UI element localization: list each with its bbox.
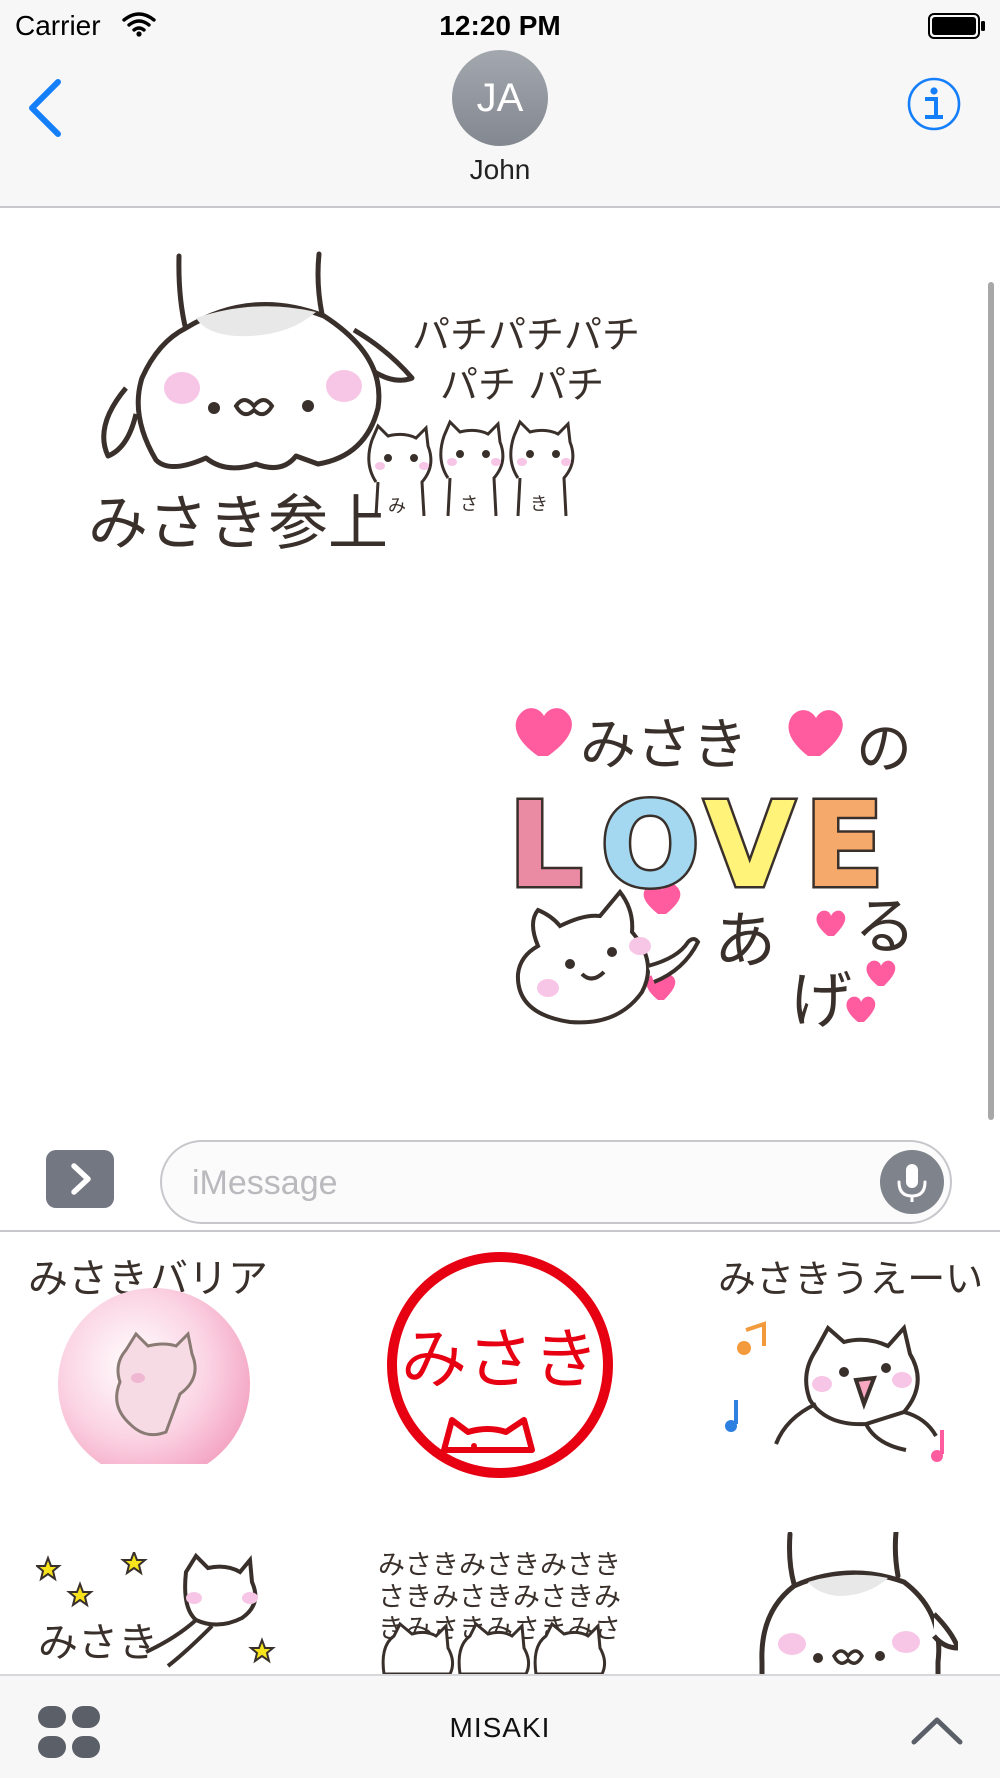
contact-name[interactable]: John bbox=[0, 154, 1000, 186]
love-letter-l: L bbox=[508, 776, 583, 914]
sticker-misaki-fly[interactable]: みさき bbox=[36, 1552, 286, 1674]
sticker-misaki-uei[interactable]: みさきうえーい bbox=[716, 1254, 986, 1464]
pattern-line-2: さきみさきみさきみ bbox=[378, 1582, 621, 1613]
microphone-icon bbox=[897, 1164, 927, 1202]
conversation-header: JA John bbox=[0, 46, 1000, 208]
sticker-pack-name: MISAKI bbox=[449, 1712, 551, 1743]
love-verb-ge: げ bbox=[790, 964, 852, 1030]
chevron-left-icon[interactable] bbox=[22, 76, 66, 140]
compose-bar bbox=[0, 1128, 1000, 1232]
sticker-caption-clap-1: パチパチパチ bbox=[412, 313, 640, 357]
mic-button[interactable] bbox=[880, 1150, 944, 1214]
message-input[interactable] bbox=[192, 1160, 832, 1206]
sticker-message-love[interactable]: みさき の L O V E あ る げ bbox=[508, 686, 928, 1030]
sticker-misaki-barrier[interactable]: みさきバリア bbox=[26, 1254, 286, 1464]
sticker-cat-cropped[interactable] bbox=[748, 1532, 958, 1674]
love-word: L O V E bbox=[508, 774, 887, 917]
stamp-caption: みさき bbox=[401, 1321, 599, 1398]
sticker-misaki-stamp[interactable]: みさき bbox=[384, 1250, 616, 1480]
sticker-caption: みさき bbox=[38, 1620, 158, 1666]
love-verb-a: あ bbox=[714, 904, 776, 977]
love-particle: の bbox=[856, 717, 912, 782]
sticker-drawer[interactable]: みさきバリア みさき みさきうえーい みさき みさきみさきみさき さきみさきみさ… bbox=[0, 1232, 1000, 1674]
status-time: 12:20 PM bbox=[439, 10, 561, 41]
chevron-right-icon bbox=[71, 1163, 91, 1195]
info-icon[interactable] bbox=[906, 76, 962, 132]
message-list[interactable]: パチパチパチ パチ パチ み さ き みさき参上 みさき の L O V E あ… bbox=[0, 208, 1000, 1128]
pattern-line-1: みさきみさきみさき bbox=[378, 1550, 621, 1581]
sticker-caption-main: みさき参上 bbox=[88, 489, 388, 559]
message-field[interactable] bbox=[160, 1140, 952, 1224]
sticker-caption-clap-2: パチ パチ bbox=[440, 363, 604, 407]
sticker-pack-bar: MISAKI bbox=[0, 1674, 1000, 1778]
sticker-message-misaki-sanjou[interactable]: パチパチパチ パチ パチ み さ き みさき参上 bbox=[86, 238, 676, 568]
mini-label-mi: み bbox=[388, 496, 406, 517]
love-name: みさき bbox=[580, 713, 748, 778]
message-scrollbar[interactable] bbox=[988, 282, 994, 1120]
sticker-caption: みさきうえーい bbox=[718, 1257, 983, 1301]
mini-label-sa: さ bbox=[460, 494, 478, 515]
love-letter-v: V bbox=[704, 776, 795, 914]
apps-toggle-button[interactable] bbox=[46, 1150, 114, 1208]
love-letter-o: O bbox=[600, 776, 700, 914]
mini-cats: み さ き bbox=[367, 419, 575, 517]
sticker-misaki-pattern[interactable]: みさきみさきみさき さきみさきみさきみ きみさきみさきみさ bbox=[376, 1544, 626, 1674]
battery-icon bbox=[928, 13, 985, 39]
contact-avatar[interactable]: JA bbox=[452, 50, 548, 146]
mini-label-ki: き bbox=[530, 494, 548, 515]
love-verb-ru: る bbox=[854, 890, 916, 963]
status-bar: Carrier 12:20 PM bbox=[0, 0, 1000, 46]
chevron-up-icon[interactable] bbox=[910, 1712, 964, 1748]
